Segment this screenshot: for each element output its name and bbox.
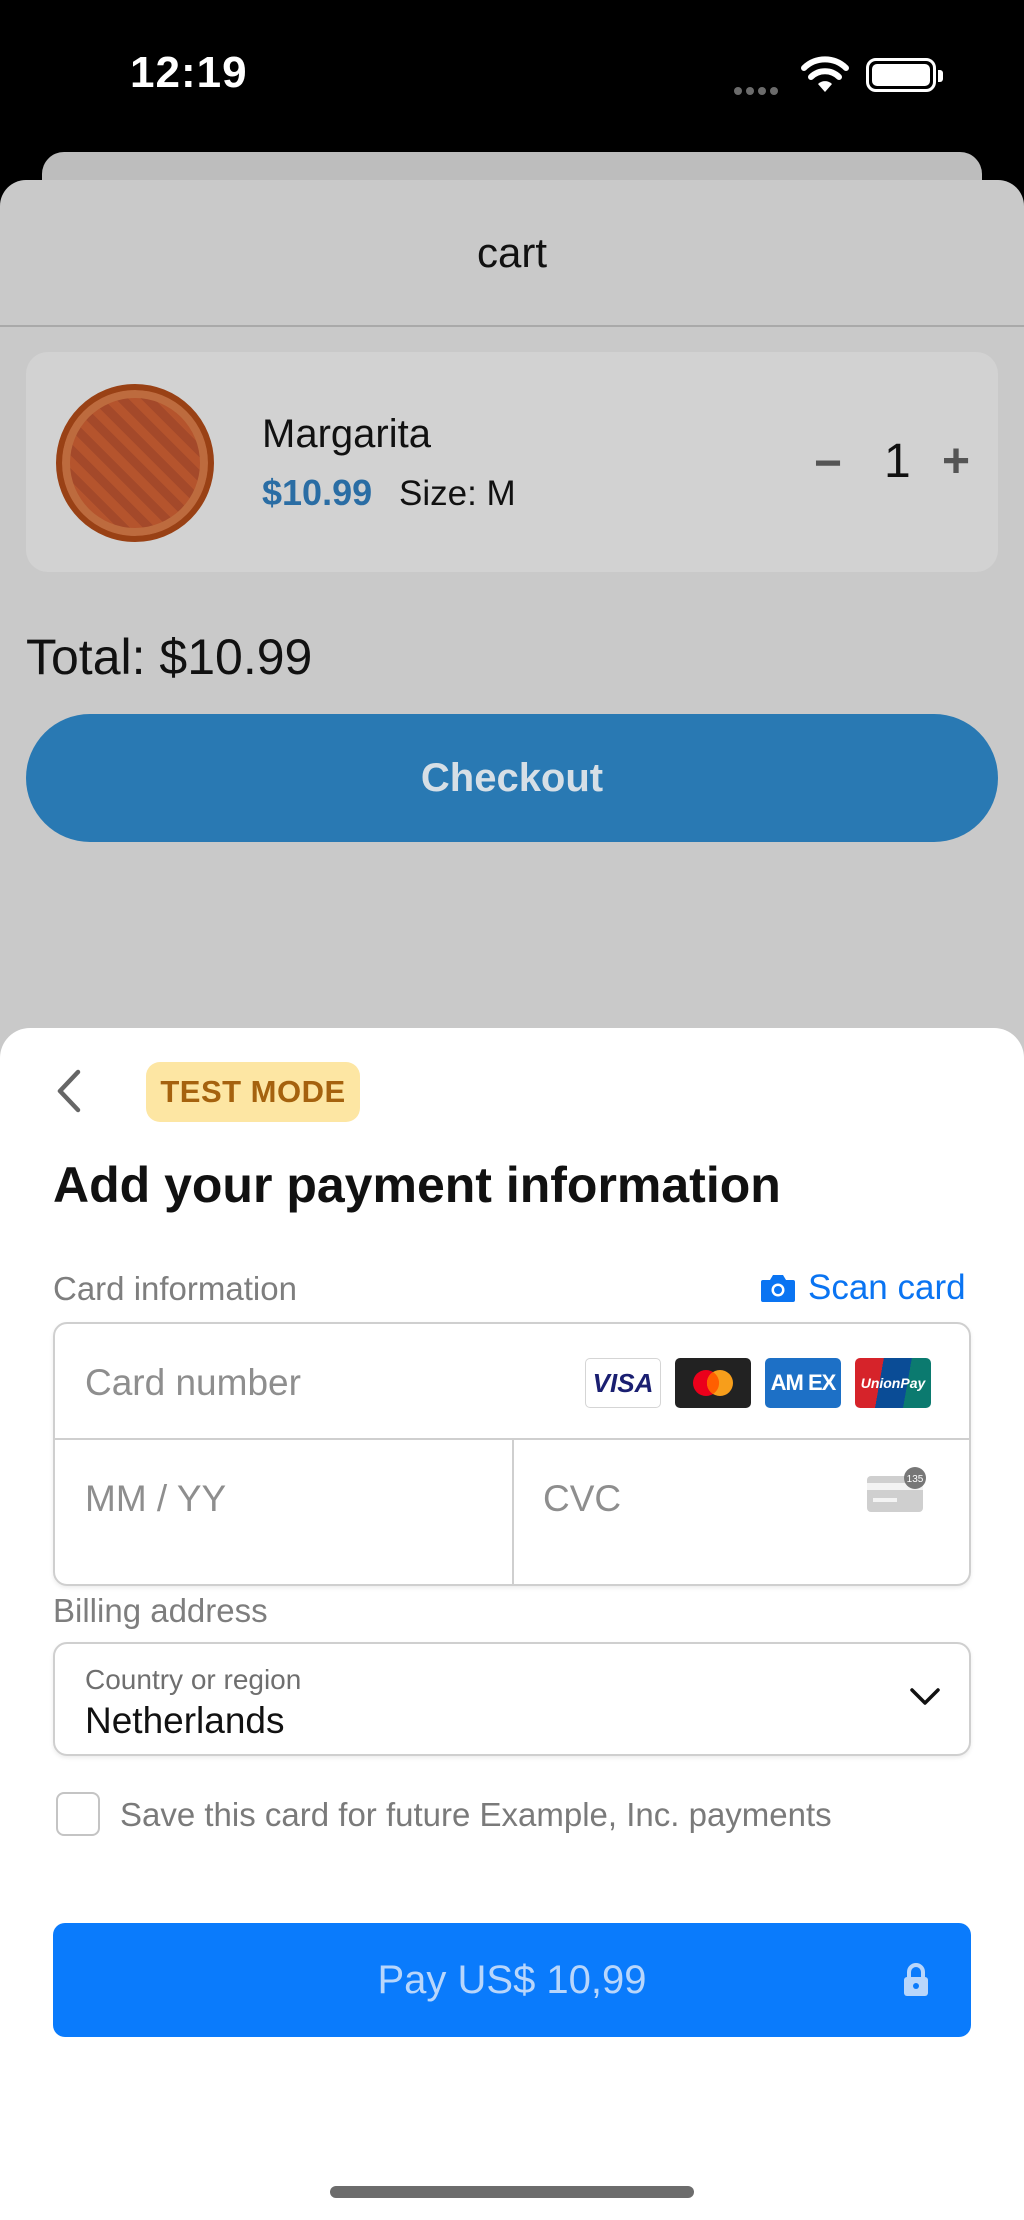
unionpay-logo-icon: UnionPay [855, 1358, 931, 1408]
expiry-field[interactable]: MM / YY [85, 1478, 226, 1520]
status-time: 12:19 [130, 48, 248, 97]
pay-button-label: Pay US$ 10,99 [377, 1957, 647, 2002]
home-indicator [330, 2186, 694, 2198]
cellular-signal-icon [734, 82, 782, 100]
camera-icon [761, 1275, 795, 1302]
field-divider [512, 1440, 514, 1586]
mastercard-logo-icon [675, 1358, 751, 1408]
billing-address-label: Billing address [53, 1592, 268, 1629]
country-label: Country or region [85, 1664, 302, 1695]
test-mode-badge: TEST MODE [146, 1062, 360, 1122]
lock-icon [904, 1963, 928, 1996]
decrease-quantity-button[interactable]: − [814, 436, 842, 491]
increase-quantity-button[interactable]: + [942, 434, 970, 489]
item-size: Size: M [399, 474, 516, 513]
cart-item: Margarita $10.99 Size: M − 1 + [26, 352, 998, 572]
card-information-box: Card number VISA AM EX UnionPay MM / YY … [53, 1322, 971, 1586]
payment-sheet: TEST MODE Add your payment information C… [0, 1028, 1024, 2220]
pay-button[interactable]: Pay US$ 10,99 [53, 1923, 971, 2037]
cvc-badge-text: 135 [907, 1474, 924, 1485]
country-select[interactable]: Country or region Netherlands [53, 1642, 971, 1756]
pizza-image [56, 384, 214, 542]
checkout-button[interactable]: Checkout [26, 714, 998, 842]
sheet-title: Add your payment information [53, 1157, 781, 1213]
cvc-field[interactable]: CVC [543, 1478, 621, 1520]
quantity-value: 1 [884, 435, 911, 488]
item-price: $10.99 [262, 472, 373, 513]
battery-icon [866, 58, 943, 92]
chevron-down-icon [910, 1688, 940, 1705]
cvc-card-icon: 135 [867, 1467, 926, 1512]
cart-total: Total: $10.99 [26, 629, 313, 685]
visa-logo-icon: VISA [585, 1358, 661, 1408]
save-card-checkbox[interactable] [56, 1792, 100, 1836]
status-bar: 12:19 [0, 0, 1024, 150]
amex-logo-icon: AM EX [765, 1358, 841, 1408]
item-name: Margarita [262, 412, 431, 456]
card-number-field[interactable]: Card number VISA AM EX UnionPay [55, 1324, 969, 1440]
scan-card-button[interactable]: Scan card [760, 1268, 966, 1308]
card-information-label: Card information [53, 1270, 297, 1307]
country-value: Netherlands [85, 1700, 285, 1741]
save-card-label[interactable]: Save this card for future Example, Inc. … [120, 1796, 832, 1834]
back-chevron-icon[interactable] [52, 1068, 84, 1114]
scan-card-label: Scan card [808, 1268, 966, 1307]
wifi-icon [801, 56, 849, 92]
card-number-placeholder: Card number [85, 1362, 301, 1403]
cart-header: cart [0, 180, 1024, 327]
cart-title: cart [476, 228, 547, 276]
